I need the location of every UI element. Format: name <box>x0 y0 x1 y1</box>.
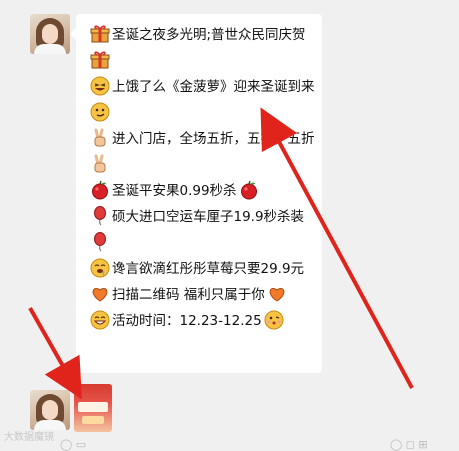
victory-hand-icon <box>90 154 110 174</box>
toolbar-icons: ◯ ▭ <box>60 438 87 451</box>
message-line-text: 上饿了么《金菠萝》迎来圣诞到来 <box>112 79 315 95</box>
message-line-text: 进入门店，全场五折，五折，五折 <box>112 131 315 147</box>
message-line: 扫描二维码 福利只属于你 <box>88 282 316 308</box>
sender-avatar[interactable] <box>30 14 70 54</box>
message-line-text: 圣诞平安果0.99秒杀 <box>112 183 237 199</box>
message-line: 圣诞之夜多光明;普世众民同庆贺 <box>88 22 316 48</box>
chat-message-bubble[interactable]: 圣诞之夜多光明;普世众民同庆贺 上饿了么《金菠萝》迎来圣诞到来 进入门店，全场五折，… <box>70 14 322 373</box>
message-line: 圣诞平安果0.99秒杀 <box>88 178 316 204</box>
message-line-text: 活动时间：12.23-12.25 <box>112 313 262 329</box>
balloon-icon <box>90 206 110 226</box>
heart-icon <box>267 284 287 304</box>
drool-icon <box>90 258 110 278</box>
message-line-text: 硕大进口空运车厘子19.9秒杀装 <box>112 209 305 225</box>
watermark: 大数据魔镜 <box>4 432 54 443</box>
gift-icon <box>90 50 110 70</box>
grin-icon <box>90 310 110 330</box>
arrow-to-thumbnail <box>28 307 82 400</box>
apple-icon <box>90 180 110 200</box>
victory-hand-icon <box>90 128 110 148</box>
kiss-icon <box>264 310 284 330</box>
message-line-text: 谗言欲滴红彤彤草莓只要29.9元 <box>112 261 305 277</box>
toolbar-icons-right: ◯ ◻ ⊞ <box>390 438 428 451</box>
smirk-icon <box>90 102 110 122</box>
balloon-icon <box>90 232 110 252</box>
message-line: 上饿了么《金菠萝》迎来圣诞到来 <box>88 74 316 126</box>
message-line: 谗言欲滴红彤彤草莓只要29.9元 <box>88 256 316 282</box>
message-line: 活动时间：12.23-12.25 <box>88 308 316 334</box>
heart-icon <box>90 284 110 304</box>
sender-avatar-2[interactable] <box>30 390 70 430</box>
message-line <box>88 48 316 74</box>
message-line: 进入门店，全场五折，五折，五折 <box>88 126 316 178</box>
message-line-text: 圣诞之夜多光明;普世众民同庆贺 <box>112 27 306 43</box>
apple-icon <box>239 180 259 200</box>
message-line: 硕大进口空运车厘子19.9秒杀装 <box>88 204 316 256</box>
gift-icon <box>90 24 110 44</box>
image-message-thumbnail[interactable] <box>74 384 112 432</box>
message-line-text: 扫描二维码 福利只属于你 <box>112 287 265 303</box>
grin-squint-icon <box>90 76 110 96</box>
